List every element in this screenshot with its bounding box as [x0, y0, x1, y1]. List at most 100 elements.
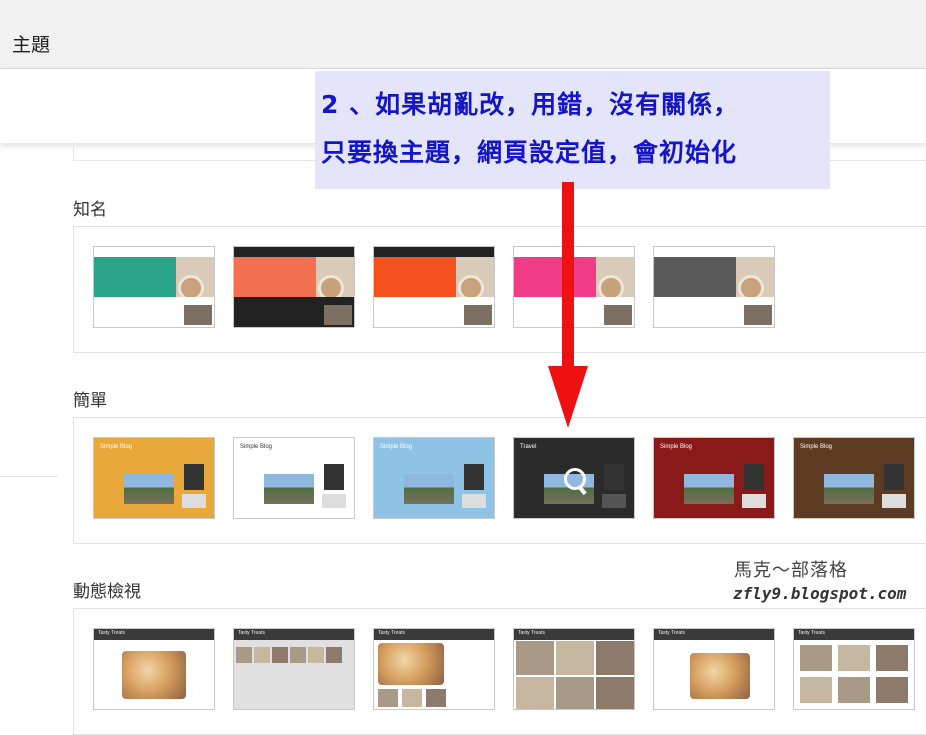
photo-tile	[800, 645, 832, 671]
theme-thumb-simple-1[interactable]: Simple Blog	[93, 437, 215, 519]
top-bar: 主題	[0, 0, 926, 69]
thumb-topbar: Tasty Treats	[94, 629, 214, 640]
theme-thumb-dynamic-2[interactable]: Tasty Treats	[233, 628, 355, 710]
thumb-blog-title: Travel	[520, 444, 537, 450]
photo-tile	[290, 647, 306, 663]
callout-line-1: 2 、如果胡亂改，用錯，沒有關係，	[321, 90, 740, 119]
sidebar-widget	[322, 494, 346, 508]
thumb-topbar: Tasty Treats	[374, 629, 494, 640]
theme-thumb-simple-2[interactable]: Simple Blog	[233, 437, 355, 519]
thumb-topbar	[514, 247, 634, 257]
photo-tile	[556, 641, 594, 675]
sidebar-image	[324, 464, 344, 490]
photo-tile	[272, 647, 288, 663]
theme-thumb-simple-6[interactable]: Simple Blog	[793, 437, 915, 519]
theme-thumb-famous-1[interactable]	[93, 246, 215, 328]
thumb-blog-title: Simple Blog	[100, 444, 133, 450]
post-image	[184, 305, 212, 325]
page-title: 主題	[12, 34, 51, 56]
watermark-url: zfly9.blogspot.com	[733, 584, 907, 603]
thumb-topbar	[654, 247, 774, 257]
post-image	[264, 474, 314, 504]
theme-thumb-famous-5[interactable]	[653, 246, 775, 328]
photo-tile	[838, 677, 870, 703]
photo-tile	[236, 647, 252, 663]
photo-tile	[876, 677, 908, 703]
theme-thumb-dynamic-3[interactable]: Tasty Treats	[373, 628, 495, 710]
photo-tile	[426, 689, 446, 707]
theme-thumb-dynamic-1[interactable]: Tasty Treats	[93, 628, 215, 710]
photo-tile	[402, 689, 422, 707]
simple-theme-panel: Simple Blog Simple Blog Simple Blog Trav…	[73, 417, 926, 544]
sidebar-widget	[882, 494, 906, 508]
thumb-hero	[514, 257, 596, 297]
sidebar-widget	[182, 494, 206, 508]
sidebar-image	[464, 464, 484, 490]
thumb-topbar	[234, 247, 354, 257]
thumb-blog-title: Simple Blog	[240, 444, 273, 450]
callout-line-2: 只要換主題，網頁設定值，會初始化	[321, 138, 738, 167]
theme-thumb-dynamic-6[interactable]: Tasty Treats	[793, 628, 915, 710]
photo-tile	[378, 689, 398, 707]
thumb-brand: Tasty Treats	[658, 630, 685, 636]
photo-tile	[308, 647, 324, 663]
red-arrow-shaft	[562, 182, 574, 370]
thumb-topbar	[374, 247, 494, 257]
thumb-blog-title: Simple Blog	[800, 444, 833, 450]
coffee-image	[595, 257, 634, 301]
cookie-photo	[378, 643, 444, 685]
thumb-brand: Tasty Treats	[98, 630, 125, 636]
photo-tile	[596, 677, 634, 709]
theme-thumb-dynamic-5[interactable]: Tasty Treats	[653, 628, 775, 710]
theme-thumb-famous-4[interactable]	[513, 246, 635, 328]
thumb-blog-title: Simple Blog	[660, 444, 693, 450]
theme-thumb-famous-2[interactable]	[233, 246, 355, 328]
thumb-topbar: Tasty Treats	[234, 629, 354, 640]
photo-tile	[254, 647, 270, 663]
photo-tile	[838, 645, 870, 671]
cookie-photo	[690, 653, 750, 699]
post-image	[824, 474, 874, 504]
left-divider	[0, 476, 58, 477]
photo-tile	[876, 645, 908, 671]
thumb-blog-title: Simple Blog	[380, 444, 413, 450]
thumb-hero	[374, 257, 456, 297]
photo-tile	[326, 647, 342, 663]
dynamic-theme-panel: Tasty Treats Tasty Treats Tasty Treats T…	[73, 608, 926, 735]
thumb-topbar: Tasty Treats	[514, 629, 634, 640]
section-label-simple: 簡單	[73, 391, 107, 411]
theme-thumb-famous-3[interactable]	[373, 246, 495, 328]
photo-tile	[800, 677, 832, 703]
sidebar-widget	[742, 494, 766, 508]
thumb-topbar: Tasty Treats	[794, 629, 914, 640]
thumb-brand: Tasty Treats	[798, 630, 825, 636]
theme-thumb-simple-4[interactable]: Travel	[513, 437, 635, 519]
sidebar-widget	[462, 494, 486, 508]
theme-thumb-dynamic-4[interactable]: Tasty Treats	[513, 628, 635, 710]
coffee-image	[315, 257, 354, 301]
red-arrow-head-icon	[548, 366, 588, 428]
post-image	[324, 305, 352, 325]
sidebar-image	[604, 464, 624, 490]
post-image	[464, 305, 492, 325]
annotation-callout: 2 、如果胡亂改，用錯，沒有關係， 只要換主題，網頁設定值，會初始化	[315, 71, 830, 189]
section-label-dynamic: 動態檢視	[73, 582, 141, 602]
sidebar-widget	[602, 494, 626, 508]
photo-tile	[556, 677, 594, 709]
thumb-brand: Tasty Treats	[238, 630, 265, 636]
sidebar-image	[744, 464, 764, 490]
post-image	[124, 474, 174, 504]
thumb-brand: Tasty Treats	[378, 630, 405, 636]
thumb-hero	[234, 257, 316, 297]
preview-search-icon[interactable]	[564, 468, 586, 490]
thumb-hero	[94, 257, 176, 297]
theme-thumb-simple-3[interactable]: Simple Blog	[373, 437, 495, 519]
thumb-brand: Tasty Treats	[518, 630, 545, 636]
cookie-photo	[122, 651, 186, 699]
section-label-famous: 知名	[73, 200, 107, 220]
coffee-image	[455, 257, 494, 301]
theme-thumb-simple-5[interactable]: Simple Blog	[653, 437, 775, 519]
thumb-topbar	[94, 247, 214, 257]
thumb-hero	[654, 257, 736, 297]
sidebar-image	[884, 464, 904, 490]
